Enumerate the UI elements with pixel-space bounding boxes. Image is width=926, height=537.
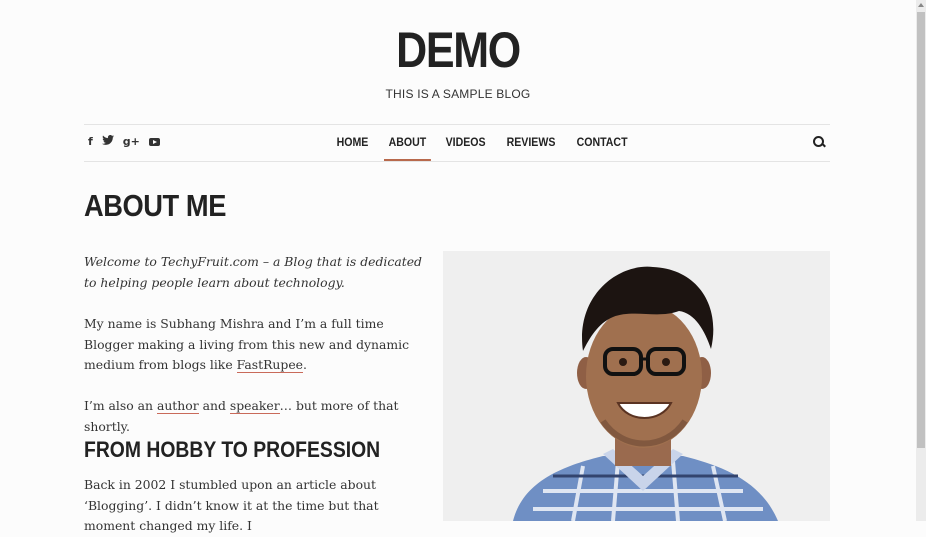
facebook-icon[interactable]: f bbox=[88, 135, 93, 148]
section-heading: FROM HOBBY TO PROFESSION bbox=[84, 437, 381, 462]
nav-reviews[interactable]: REVIEWS bbox=[502, 125, 560, 161]
fastrupee-link[interactable]: FastRupee bbox=[236, 357, 303, 373]
nav-contact[interactable]: CONTACT bbox=[572, 125, 632, 161]
page: DEMO THIS IS A SAMPLE BLOG f g+ HOME ABO… bbox=[0, 0, 916, 533]
author-paragraph: I’m also an author and speaker… but more… bbox=[84, 396, 426, 437]
main-menu: HOME ABOUT VIDEOS REVIEWS CONTACT bbox=[332, 125, 644, 161]
speaker-link[interactable]: speaker bbox=[229, 398, 280, 414]
nav-videos[interactable]: VIDEOS bbox=[441, 125, 490, 161]
youtube-icon[interactable] bbox=[148, 137, 160, 146]
nav-bar: f g+ HOME ABOUT VIDEOS REVIEWS CONTACT bbox=[84, 124, 830, 162]
scroll-up-arrow-icon[interactable] bbox=[918, 3, 924, 7]
twitter-icon[interactable] bbox=[101, 135, 114, 148]
profile-photo bbox=[443, 251, 830, 521]
author-link[interactable]: author bbox=[156, 398, 199, 414]
scrollbar[interactable] bbox=[916, 0, 926, 521]
nav-about[interactable]: ABOUT bbox=[383, 125, 431, 161]
google-plus-icon[interactable]: g+ bbox=[123, 135, 140, 148]
social-links: f g+ bbox=[88, 135, 160, 148]
author-text-mid: and bbox=[198, 398, 230, 413]
nav-home[interactable]: HOME bbox=[332, 125, 373, 161]
page-heading: ABOUT ME bbox=[84, 188, 226, 223]
site-tagline: THIS IS A SAMPLE BLOG bbox=[385, 87, 531, 101]
site-title[interactable]: DEMO bbox=[64, 22, 852, 78]
history-paragraph: Back in 2002 I stumbled upon an article … bbox=[84, 477, 379, 533]
scrollbar-thumb[interactable] bbox=[917, 12, 925, 448]
author-text: I’m also an bbox=[84, 398, 157, 413]
intro-paragraph: Welcome to TechyFruit.com – a Blog that … bbox=[84, 254, 422, 290]
bio-paragraph: My name is Subhang Mishra and I’m a full… bbox=[84, 314, 426, 376]
bio-text-end: . bbox=[302, 357, 307, 372]
search-icon[interactable] bbox=[813, 136, 826, 149]
